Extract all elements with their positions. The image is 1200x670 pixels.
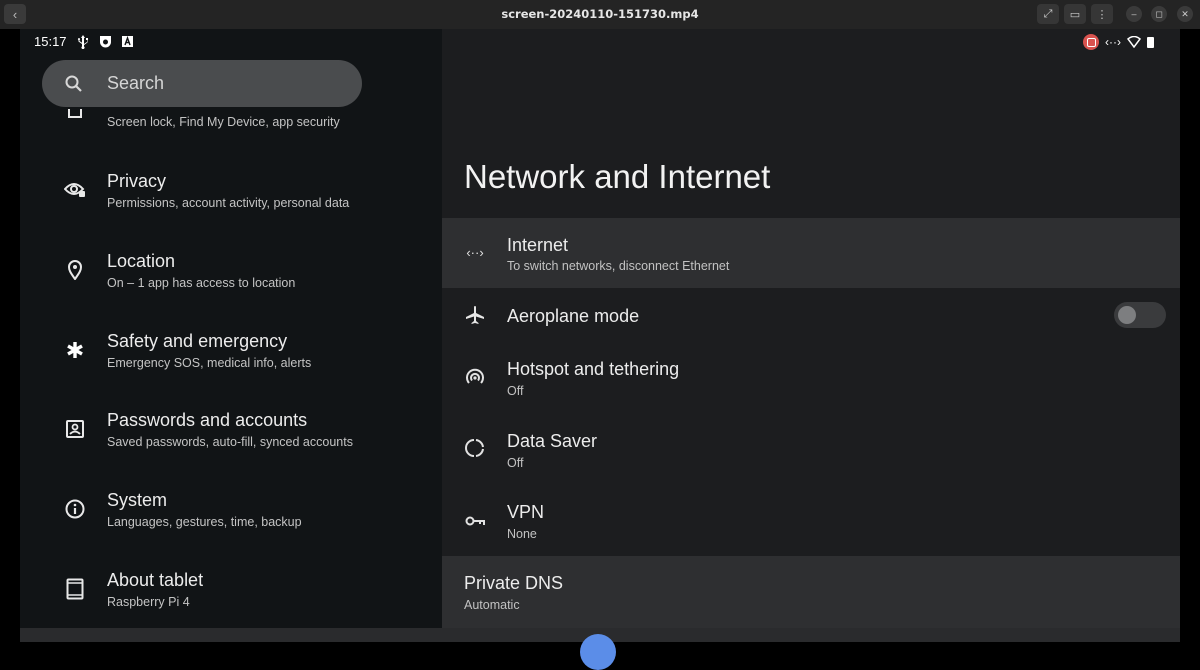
android-screen: 15:17 Search Screen lock, Find My Device… [20,29,1180,670]
vpn-key-icon [464,510,486,532]
item-title: Aeroplane mode [507,306,640,326]
close-button[interactable]: ✕ [1177,6,1193,22]
sidebar-item-safety[interactable]: Safety and emergency Emergency SOS, medi… [20,331,442,391]
item-subtitle: Off [507,456,524,470]
caption-button[interactable]: ▭ [1064,4,1086,24]
info-icon [64,498,86,520]
notification-icon [99,35,112,48]
fullscreen-icon: ⤢ [1043,7,1053,20]
location-icon [64,259,86,281]
vpn-item[interactable]: VPN None [442,486,1180,556]
ethernet-icon: ‹··› [466,244,484,260]
item-title: VPN [507,502,545,522]
toggle-knob [1118,306,1136,324]
window-title: screen-20240110-151730.mp4 [501,7,699,21]
home-button[interactable] [580,634,616,670]
window-title-bar: ‹ screen-20240110-151730.mp4 ⤢ ▭ ⋮ – ◻ ✕ [0,0,1200,29]
status-bar-right: ‹··› [1083,34,1154,50]
item-subtitle: None [507,527,537,541]
private-dns-item[interactable]: Private DNS Automatic [442,556,1180,628]
sidebar-item-security[interactable]: Screen lock, Find My Device, app securit… [20,107,442,167]
keyboard-icon [121,36,133,47]
wifi-icon [1127,36,1141,48]
restore-icon: ◻ [1155,8,1163,19]
screen-record-icon [1083,34,1100,50]
close-icon: ✕ [1181,8,1189,19]
sidebar-item-system[interactable]: System Languages, gestures, time, backup [20,490,442,550]
sidebar-item-title: Privacy [107,171,167,191]
hotspot-item[interactable]: Hotspot and tethering Off [442,344,1180,416]
minimize-button[interactable]: – [1126,6,1142,22]
data-saver-item[interactable]: Data Saver Off [442,416,1180,486]
security-icon [64,103,86,125]
network-settings-panel: ‹··› Network and Internet ‹··› Internet … [442,29,1180,628]
sidebar-item-title: System [107,490,168,510]
airplane-icon [464,304,486,326]
minimize-icon: – [1131,9,1137,19]
sidebar-item-subtitle: Emergency SOS, medical info, alerts [107,356,312,370]
more-vert-icon: ⋮ [1096,8,1108,21]
item-title: Private DNS [464,573,564,593]
sidebar-item-location[interactable]: Location On – 1 app has access to locati… [20,251,442,311]
sidebar-item-subtitle: Languages, gestures, time, backup [107,515,302,529]
search-icon [64,74,84,94]
sidebar-item-privacy[interactable]: Privacy Permissions, account activity, p… [20,171,442,231]
status-bar-left: 15:17 [34,34,133,49]
settings-sidebar: 15:17 Search Screen lock, Find My Device… [20,29,442,628]
internet-item[interactable]: ‹··› Internet To switch networks, discon… [442,218,1180,288]
search-input[interactable]: Search [107,73,164,94]
data-saver-icon [464,437,486,459]
sidebar-item-title: Safety and emergency [107,331,288,351]
page-title: Network and Internet [464,158,771,195]
privacy-icon [64,179,86,201]
item-subtitle: To switch networks, disconnect Ethernet [507,259,730,273]
ethernet-icon: ‹··› [1105,35,1121,49]
item-subtitle: Off [507,384,524,398]
restore-button[interactable]: ◻ [1151,6,1167,22]
asterisk-icon [64,339,86,361]
sidebar-item-subtitle: Screen lock, Find My Device, app securit… [107,115,340,129]
sidebar-item-about-tablet[interactable]: About tablet Raspberry Pi 4 [20,570,442,630]
aeroplane-mode-item[interactable]: Aeroplane mode [442,288,1180,344]
item-title: Internet [507,235,569,255]
sidebar-item-passwords[interactable]: Passwords and accounts Saved passwords, … [20,410,442,470]
usb-icon [77,34,89,49]
item-title: Hotspot and tethering [507,359,680,379]
account-box-icon [64,418,86,440]
item-subtitle: Automatic [464,598,520,612]
sidebar-item-subtitle: Permissions, account activity, personal … [107,196,350,210]
caption-icon: ▭ [1069,8,1081,21]
navigation-bar [20,628,1180,670]
tablet-icon [64,578,86,600]
aeroplane-mode-toggle[interactable] [1114,302,1166,328]
sidebar-item-subtitle: On – 1 app has access to location [107,276,296,290]
sidebar-item-title: Location [107,251,176,271]
battery-icon [1147,36,1154,48]
item-title: Data Saver [507,431,598,451]
clock: 15:17 [34,34,67,49]
sidebar-item-title: About tablet [107,570,204,590]
fullscreen-button[interactable]: ⤢ [1037,4,1059,24]
search-bar[interactable]: Search [42,60,362,107]
hotspot-icon [464,366,486,388]
sidebar-item-title: Passwords and accounts [107,410,308,430]
sidebar-item-subtitle: Raspberry Pi 4 [107,595,190,609]
more-options-button[interactable]: ⋮ [1091,4,1113,24]
sidebar-item-subtitle: Saved passwords, auto-fill, synced accou… [107,435,353,449]
